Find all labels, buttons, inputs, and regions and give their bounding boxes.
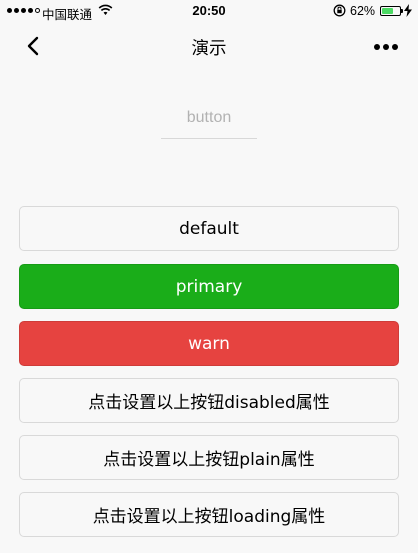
- rotation-lock-icon: [333, 4, 346, 20]
- charging-icon: [404, 4, 412, 20]
- button-input[interactable]: [161, 104, 257, 132]
- navigation-bar: 演示: [0, 24, 418, 68]
- status-bar: 中国联通 20:50 62%: [0, 0, 418, 24]
- battery-percent: 62%: [350, 4, 376, 18]
- toggle-loading-button[interactable]: 点击设置以上按钮loading属性: [19, 492, 399, 537]
- toggle-plain-button[interactable]: 点击设置以上按钮plain属性: [19, 435, 399, 480]
- button-input-field: [161, 104, 257, 139]
- primary-button[interactable]: primary: [19, 264, 399, 309]
- page-title: 演示: [191, 39, 227, 59]
- more-dots-icon[interactable]: [374, 44, 398, 50]
- app-screen: 中国联通 20:50 62% 演示 button default primary…: [0, 0, 418, 553]
- default-button[interactable]: default: [19, 206, 399, 251]
- warn-button[interactable]: warn: [19, 321, 399, 366]
- battery-icon: [380, 6, 403, 16]
- toggle-disabled-button[interactable]: 点击设置以上按钮disabled属性: [19, 378, 399, 423]
